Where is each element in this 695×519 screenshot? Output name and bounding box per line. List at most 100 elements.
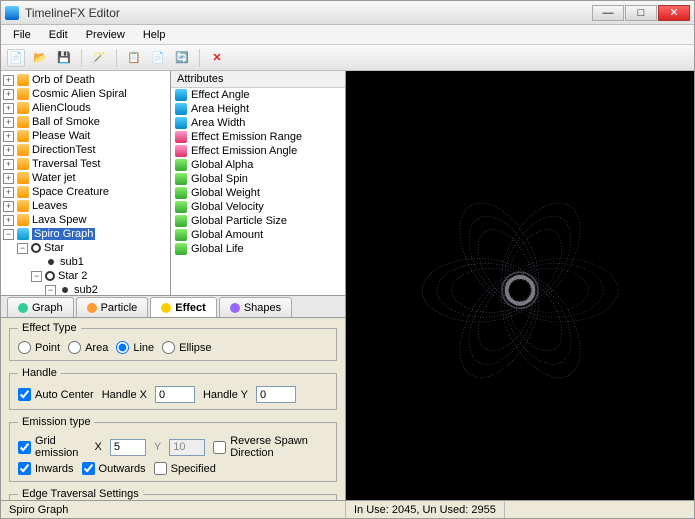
- tree-item[interactable]: +Space Creature: [1, 185, 170, 199]
- tree-label: Spiro Graph: [32, 228, 95, 240]
- attribute-item[interactable]: Global Velocity: [171, 200, 345, 214]
- attribute-label: Global Alpha: [191, 159, 253, 171]
- expander-icon[interactable]: +: [3, 89, 14, 100]
- tree-item[interactable]: −Star 2: [1, 269, 170, 283]
- expander-icon[interactable]: +: [3, 75, 14, 86]
- status-effect-name: Spiro Graph: [1, 501, 346, 518]
- open-button[interactable]: 📂: [31, 49, 49, 67]
- radio-point[interactable]: Point: [18, 341, 60, 354]
- expander-icon[interactable]: +: [3, 103, 14, 114]
- effect-icon: [17, 214, 29, 226]
- attribute-item[interactable]: Effect Angle: [171, 88, 345, 102]
- expander-icon[interactable]: +: [3, 173, 14, 184]
- paste-button[interactable]: 📄: [149, 49, 167, 67]
- attribute-item[interactable]: Global Alpha: [171, 158, 345, 172]
- copy-button[interactable]: 📋: [125, 49, 143, 67]
- attribute-item[interactable]: Global Particle Size: [171, 214, 345, 228]
- specified-checkbox[interactable]: Specified: [154, 462, 216, 475]
- effect-tree[interactable]: +Orb of Death+Cosmic Alien Spiral+AlienC…: [1, 71, 171, 295]
- menu-file[interactable]: File: [5, 26, 39, 44]
- tab-graph[interactable]: Graph: [7, 297, 74, 317]
- refresh-button[interactable]: 🔄: [173, 49, 191, 67]
- tabs-row: Graph Particle Effect Shapes: [1, 296, 345, 318]
- attribute-item[interactable]: Global Amount: [171, 228, 345, 242]
- tree-item[interactable]: +Lava Spew: [1, 213, 170, 227]
- attribute-item[interactable]: Global Weight: [171, 186, 345, 200]
- radio-line[interactable]: Line: [116, 341, 154, 354]
- save-button[interactable]: 💾: [55, 49, 73, 67]
- tree-item[interactable]: + Leaves: [1, 199, 170, 213]
- minimize-button[interactable]: —: [592, 5, 624, 21]
- attribute-item[interactable]: Global Life: [171, 242, 345, 256]
- attribute-icon: [175, 187, 187, 199]
- attribute-icon: [175, 173, 187, 185]
- preview-viewport[interactable]: [346, 71, 694, 500]
- tree-label: Leaves: [32, 200, 67, 212]
- attribute-label: Effect Emission Angle: [191, 145, 297, 157]
- expander-icon[interactable]: [31, 257, 42, 268]
- outwards-checkbox[interactable]: Outwards: [82, 462, 146, 475]
- menu-preview[interactable]: Preview: [78, 26, 133, 44]
- tree-item[interactable]: +DirectionTest: [1, 143, 170, 157]
- handle-x-input[interactable]: [155, 386, 195, 403]
- effect-icon: [45, 271, 55, 281]
- tree-item[interactable]: +AlienClouds: [1, 101, 170, 115]
- handle-x-label: Handle X: [102, 389, 147, 401]
- tab-effect[interactable]: Effect: [150, 297, 217, 317]
- tree-item[interactable]: +Orb of Death: [1, 73, 170, 87]
- wand-button[interactable]: 🪄: [90, 49, 108, 67]
- maximize-button[interactable]: □: [625, 5, 657, 21]
- radio-ellipse[interactable]: Ellipse: [162, 341, 211, 354]
- autocenter-checkbox[interactable]: Auto Center: [18, 388, 94, 401]
- expander-icon[interactable]: −: [45, 285, 56, 296]
- attribute-item[interactable]: Area Width: [171, 116, 345, 130]
- expander-icon[interactable]: +: [3, 117, 14, 128]
- attribute-item[interactable]: Effect Emission Angle: [171, 144, 345, 158]
- effect-type-legend: Effect Type: [18, 322, 81, 334]
- tree-item[interactable]: −Star: [1, 241, 170, 255]
- expander-icon[interactable]: −: [17, 243, 28, 254]
- effect-icon: [17, 186, 29, 198]
- expander-icon[interactable]: +: [3, 159, 14, 170]
- effect-icon: [17, 130, 29, 142]
- tree-item[interactable]: − Spiro Graph: [1, 227, 170, 241]
- close-button[interactable]: ✕: [658, 5, 690, 21]
- tab-particle[interactable]: Particle: [76, 297, 149, 317]
- tree-item[interactable]: +Cosmic Alien Spiral: [1, 87, 170, 101]
- expander-icon[interactable]: +: [3, 131, 14, 142]
- expander-icon[interactable]: −: [3, 229, 14, 240]
- tab-shapes[interactable]: Shapes: [219, 297, 292, 317]
- new-button[interactable]: 📄: [7, 49, 25, 67]
- attribute-item[interactable]: Area Height: [171, 102, 345, 116]
- status-usage: In Use: 2045, Un Used: 2955: [346, 501, 505, 518]
- menu-edit[interactable]: Edit: [41, 26, 76, 44]
- expander-icon[interactable]: −: [31, 271, 42, 282]
- delete-button[interactable]: ✕: [208, 49, 226, 67]
- handle-y-input[interactable]: [256, 386, 296, 403]
- particle-icon: [87, 303, 97, 313]
- tree-item[interactable]: −sub2: [1, 283, 170, 295]
- expander-icon[interactable]: +: [3, 215, 14, 226]
- tree-item[interactable]: +Ball of Smoke: [1, 115, 170, 129]
- effect-icon: [17, 74, 29, 86]
- reverse-spawn-checkbox[interactable]: Reverse Spawn Direction: [213, 435, 328, 459]
- expander-icon[interactable]: +: [3, 187, 14, 198]
- inwards-checkbox[interactable]: Inwards: [18, 462, 74, 475]
- grid-emission-checkbox[interactable]: Grid emission: [18, 435, 87, 459]
- emission-x-input[interactable]: [110, 439, 146, 456]
- attributes-panel: Attributes Effect AngleArea HeightArea W…: [171, 71, 345, 295]
- expander-icon[interactable]: +: [3, 201, 14, 212]
- tree-item[interactable]: sub1: [1, 255, 170, 269]
- attribute-item[interactable]: Global Spin: [171, 172, 345, 186]
- attribute-label: Global Amount: [191, 229, 263, 241]
- expander-icon[interactable]: +: [3, 145, 14, 156]
- tree-item[interactable]: +Traversal Test: [1, 157, 170, 171]
- menu-help[interactable]: Help: [135, 26, 174, 44]
- separator: [116, 49, 117, 67]
- radio-area[interactable]: Area: [68, 341, 108, 354]
- tree-item[interactable]: +Please Wait: [1, 129, 170, 143]
- toolbar: 📄 📂 💾 🪄 📋 📄 🔄 ✕: [1, 45, 694, 71]
- tree-item[interactable]: +Water jet: [1, 171, 170, 185]
- graph-icon: [18, 303, 28, 313]
- attribute-item[interactable]: Effect Emission Range: [171, 130, 345, 144]
